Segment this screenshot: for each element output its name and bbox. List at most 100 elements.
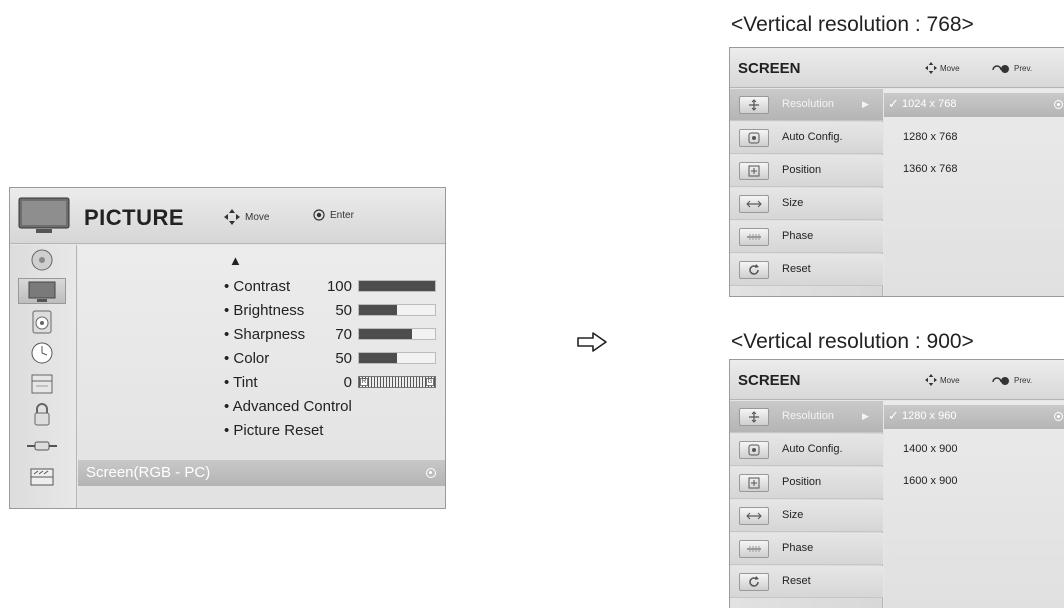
back-icon <box>992 377 1009 385</box>
phase-item[interactable]: Phase <box>730 533 883 565</box>
resolution-item[interactable]: Resolution ▶ <box>730 89 883 121</box>
input-plug-icon[interactable] <box>18 433 66 459</box>
resolution-option-label: 1400 x 900 <box>903 443 958 455</box>
picture-menu-header: PICTURE Move Enter <box>10 188 445 244</box>
sharpness-value: 70 <box>335 326 352 343</box>
usb-media-icon[interactable] <box>18 464 66 490</box>
auto-config-label: Auto Config. <box>782 131 843 143</box>
position-icon <box>739 474 769 492</box>
prev-hint: Prev. <box>991 374 1032 386</box>
picture-reset-label: • Picture Reset <box>224 422 324 439</box>
sharpness-row[interactable]: • Sharpness 70 <box>224 325 444 345</box>
tv-picture-icon[interactable] <box>18 278 66 304</box>
enter-hint: Enter <box>313 209 354 221</box>
phase-label: Phase <box>782 230 814 242</box>
contrast-row[interactable]: • Contrast 100 <box>224 277 444 297</box>
picture-sidebar <box>10 245 77 508</box>
resolution-icon <box>739 408 769 426</box>
reset-label: Reset <box>782 575 811 587</box>
screen-menu-header: SCREEN Move Prev. <box>730 360 1064 400</box>
sharpness-bar-fill <box>359 329 413 339</box>
reset-item[interactable]: Reset <box>730 254 883 286</box>
resolution-option[interactable]: ✓ 1024 x 768 <box>884 93 1064 117</box>
size-label: Size <box>782 509 804 521</box>
size-label: Size <box>782 197 804 209</box>
contrast-bar[interactable] <box>358 280 436 292</box>
move-arrows-icon <box>925 374 937 386</box>
resolution-label: Resolution <box>782 410 834 422</box>
settings-box-icon[interactable] <box>18 371 66 397</box>
resolution-option-label: 1600 x 900 <box>903 475 958 487</box>
padlock-icon[interactable] <box>18 402 66 428</box>
caption-900: <Vertical resolution : 900> <box>731 330 974 353</box>
resolution-option-label: 1280 x 768 <box>903 131 958 143</box>
color-bar[interactable] <box>358 352 436 364</box>
move-hint-label: Move <box>940 375 960 385</box>
contrast-bar-fill <box>359 281 435 291</box>
resolution-option-label: 1024 x 768 <box>902 98 957 110</box>
move-arrows-icon <box>925 62 937 74</box>
check-icon: ✓ <box>888 96 899 111</box>
screen-menu-items: Resolution ▶ Auto Config. Position Size … <box>730 401 883 608</box>
move-arrows-icon <box>224 209 240 225</box>
enter-button-icon <box>313 209 325 221</box>
phase-icon <box>739 540 769 558</box>
tint-row[interactable]: • Tint 0 R G <box>224 373 444 393</box>
advanced-control-row[interactable]: • Advanced Control <box>224 397 444 417</box>
size-item[interactable]: Size <box>730 188 883 220</box>
resolution-option[interactable]: 1600 x 900 <box>884 470 1064 494</box>
advanced-control-label: • Advanced Control <box>224 398 352 415</box>
phase-item[interactable]: Phase <box>730 221 883 253</box>
enter-indicator-icon <box>1054 412 1063 421</box>
tint-slider[interactable]: R G <box>358 376 436 388</box>
resolution-icon <box>739 96 769 114</box>
disc-icon[interactable] <box>18 247 66 273</box>
picture-menu: PICTURE Move Enter ▲ • Contrast 100 • Br… <box>9 187 446 509</box>
resolution-option[interactable]: 1400 x 900 <box>884 438 1064 462</box>
resolution-option[interactable]: 1360 x 768 <box>884 158 1064 182</box>
screen-menu-items: Resolution ▶ Auto Config. Position Size … <box>730 89 883 296</box>
auto-config-icon <box>739 441 769 459</box>
submenu-arrow-icon: ▶ <box>862 411 869 421</box>
tint-value: 0 <box>343 374 352 391</box>
move-hint: Move <box>925 374 960 386</box>
reset-item[interactable]: Reset <box>730 566 883 598</box>
right-arrow-icon <box>577 332 607 352</box>
auto-config-item[interactable]: Auto Config. <box>730 434 883 466</box>
color-row[interactable]: • Color 50 <box>224 349 444 369</box>
sharpness-bar[interactable] <box>358 328 436 340</box>
screen-rgb-pc-label: Screen(RGB - PC) <box>86 464 211 481</box>
speaker-icon[interactable] <box>18 309 66 335</box>
size-icon <box>739 507 769 525</box>
size-icon <box>739 195 769 213</box>
resolution-options: ✓ 1024 x 768 1280 x 768 1360 x 768 <box>884 89 1064 296</box>
screen-rgb-pc-row[interactable]: Screen(RGB - PC) <box>78 460 445 486</box>
screen-menu-title: SCREEN <box>738 372 801 389</box>
position-item[interactable]: Position <box>730 467 883 499</box>
clock-icon[interactable] <box>18 340 66 366</box>
brightness-bar[interactable] <box>358 304 436 316</box>
picture-reset-row[interactable]: • Picture Reset <box>224 421 444 441</box>
phase-icon <box>739 228 769 246</box>
auto-config-item[interactable]: Auto Config. <box>730 122 883 154</box>
scroll-up-icon[interactable]: ▲ <box>229 253 242 268</box>
reset-icon <box>739 261 769 279</box>
tint-red-marker: R <box>360 378 368 386</box>
caption-768: <Vertical resolution : 768> <box>731 13 974 36</box>
position-item[interactable]: Position <box>730 155 883 187</box>
picture-settings-list: ▲ • Contrast 100 • Brightness 50 • Sharp… <box>78 245 445 508</box>
back-icon <box>992 65 1009 73</box>
reset-label: Reset <box>782 263 811 275</box>
prev-hint-label: Prev. <box>1014 63 1033 73</box>
screen-menu-title: SCREEN <box>738 60 801 77</box>
enter-indicator-icon <box>1054 100 1063 109</box>
resolution-option[interactable]: ✓ 1280 x 960 <box>884 405 1064 429</box>
brightness-row[interactable]: • Brightness 50 <box>224 301 444 321</box>
resolution-option[interactable]: 1280 x 768 <box>884 126 1064 150</box>
sharpness-label: • Sharpness <box>224 326 306 343</box>
enter-hint-label: Enter <box>330 209 354 221</box>
move-hint: Move <box>224 209 269 225</box>
tint-green-marker: G <box>426 378 434 386</box>
resolution-item[interactable]: Resolution ▶ <box>730 401 883 433</box>
size-item[interactable]: Size <box>730 500 883 532</box>
